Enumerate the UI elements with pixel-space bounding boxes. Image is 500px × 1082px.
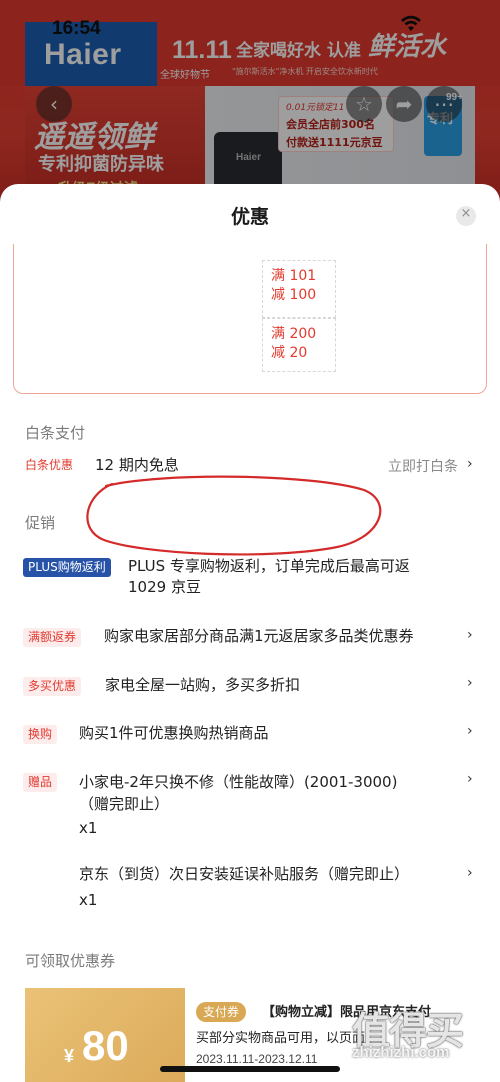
- coupon-tier[interactable]: 满 200 减 20: [262, 318, 336, 372]
- home-indicator[interactable]: [160, 1066, 340, 1072]
- chevron-right-icon: ›: [467, 723, 473, 739]
- gift-text: 京东（到货）次日安装延误补贴服务（赠完即止）: [79, 865, 410, 883]
- close-button[interactable]: ×: [456, 206, 476, 226]
- promo-row[interactable]: 换购 购买1件可优惠换购热销商品 ›: [0, 722, 500, 746]
- gift-row[interactable]: 京东（到货）次日安装延误补贴服务（赠完即止） x1 ›: [0, 864, 500, 912]
- pay-coupon-tag: 支付券: [196, 1002, 247, 1022]
- gift-row[interactable]: 赠品 小家电-2年只换不修（性能故障）(2001-3000) （赠完即止） x1…: [0, 770, 500, 840]
- coupon-tier[interactable]: 满 101 减 100: [262, 260, 336, 318]
- annotation-ellipse: [86, 475, 382, 556]
- promo-tag: 换购: [23, 725, 58, 744]
- coupon-tier-text: 满 200 减 20: [271, 326, 317, 361]
- promo-section-label: 促销: [25, 514, 56, 532]
- chevron-right-icon: ›: [467, 456, 473, 472]
- baitiao-section-label: 白条支付: [25, 424, 86, 442]
- baitiao-tag: 白条优惠: [25, 458, 74, 472]
- promo-row[interactable]: 满额返券 购家电家居部分商品满1元返居家多品类优惠券 ›: [0, 626, 500, 650]
- gift-quantity: x1: [79, 891, 98, 909]
- promo-text: 购买1件可优惠换购热销商品: [79, 724, 269, 742]
- gift-text: 小家电-2年只换不修（性能故障）(2001-3000) （赠完即止）: [79, 773, 398, 813]
- watermark-url: zhizhizhi.com: [352, 1044, 450, 1061]
- promo-tag: 满额返券: [23, 628, 82, 647]
- gift-tag: 赠品: [23, 773, 58, 792]
- coupon-validity: 2023.11.11-2023.12.11: [196, 1052, 318, 1066]
- chevron-right-icon: ›: [467, 771, 473, 787]
- coupon-currency: ¥: [64, 1046, 75, 1066]
- baitiao-link[interactable]: 立即打白条: [388, 456, 458, 476]
- promo-text: 购家电家居部分商品满1元返居家多品类优惠券: [104, 627, 414, 645]
- promo-tag: 多买优惠: [23, 677, 82, 696]
- coupon-amount: 80: [82, 1022, 129, 1069]
- gift-quantity: x1: [79, 819, 98, 837]
- coupon-tier-text: 满 101 减 100: [271, 268, 317, 303]
- chevron-right-icon: ›: [467, 675, 473, 691]
- chevron-right-icon: ›: [467, 865, 473, 881]
- plus-rebate-tag: PLUS购物返利: [23, 558, 111, 577]
- promo-row: PLUS购物返利 PLUS 专享购物返利，订单完成后最高可返 1029 京豆: [0, 556, 500, 604]
- chevron-right-icon: ›: [467, 627, 473, 643]
- sheet-title: 优惠: [230, 206, 269, 228]
- coupon-description: 买部分实物商品可用，以页面: [196, 1031, 366, 1046]
- promo-row[interactable]: 多买优惠 家电全屋一站购，多买多折扣 ›: [0, 674, 500, 698]
- discount-sheet: 优惠 × 满 101 减 100 满 200 减 20 白条支付 白条优惠 12…: [0, 184, 500, 1082]
- coupon-panel: [13, 244, 487, 394]
- coupon-section-label: 可领取优惠券: [25, 952, 116, 970]
- promo-text: PLUS 专享购物返利，订单完成后最高可返 1029 京豆: [128, 557, 410, 596]
- promo-text: 家电全屋一站购，多买多折扣: [105, 676, 301, 694]
- close-icon: ×: [460, 206, 472, 221]
- baitiao-text: 12 期内免息: [95, 456, 179, 474]
